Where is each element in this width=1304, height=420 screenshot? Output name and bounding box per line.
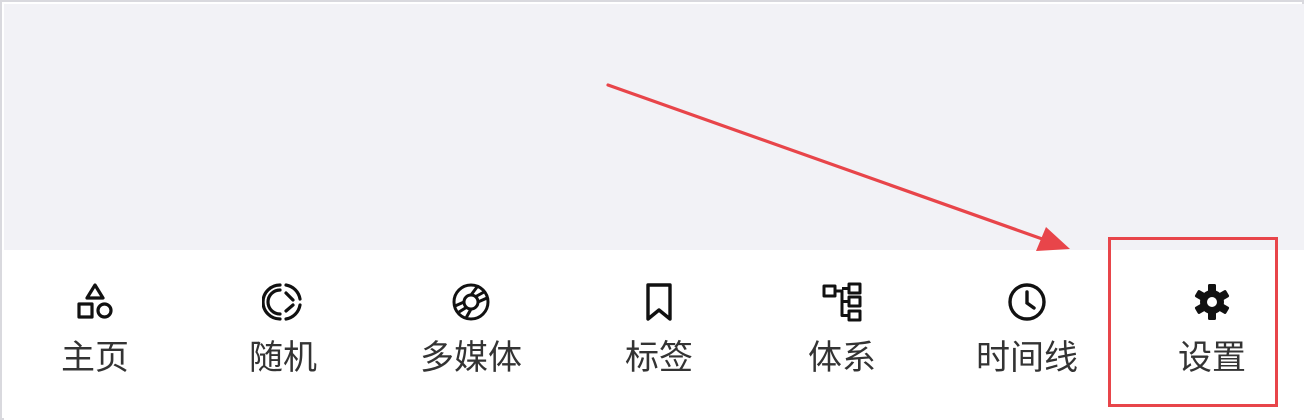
- tab-media-label: 多媒体: [420, 338, 522, 378]
- tab-system-label: 体系: [808, 338, 876, 378]
- tree-structure-icon: [820, 280, 864, 324]
- tab-tags[interactable]: 标签: [584, 280, 734, 400]
- tab-random[interactable]: 随机: [208, 280, 358, 400]
- bookmark-icon: [637, 280, 681, 324]
- tab-media[interactable]: 多媒体: [396, 280, 546, 400]
- shapes-icon: [73, 280, 117, 324]
- tab-timeline-label: 时间线: [976, 338, 1078, 378]
- tab-system[interactable]: 体系: [767, 280, 917, 400]
- tab-home[interactable]: 主页: [20, 280, 170, 400]
- tab-timeline[interactable]: 时间线: [952, 280, 1102, 400]
- tab-random-label: 随机: [249, 338, 317, 378]
- aperture-icon: [449, 280, 493, 324]
- content-area: [4, 4, 1304, 250]
- tab-home-label: 主页: [61, 338, 129, 378]
- tab-tags-label: 标签: [625, 338, 693, 378]
- clock-icon: [1005, 280, 1049, 324]
- shuffle-disc-icon: [261, 280, 305, 324]
- highlight-box: [1108, 237, 1278, 407]
